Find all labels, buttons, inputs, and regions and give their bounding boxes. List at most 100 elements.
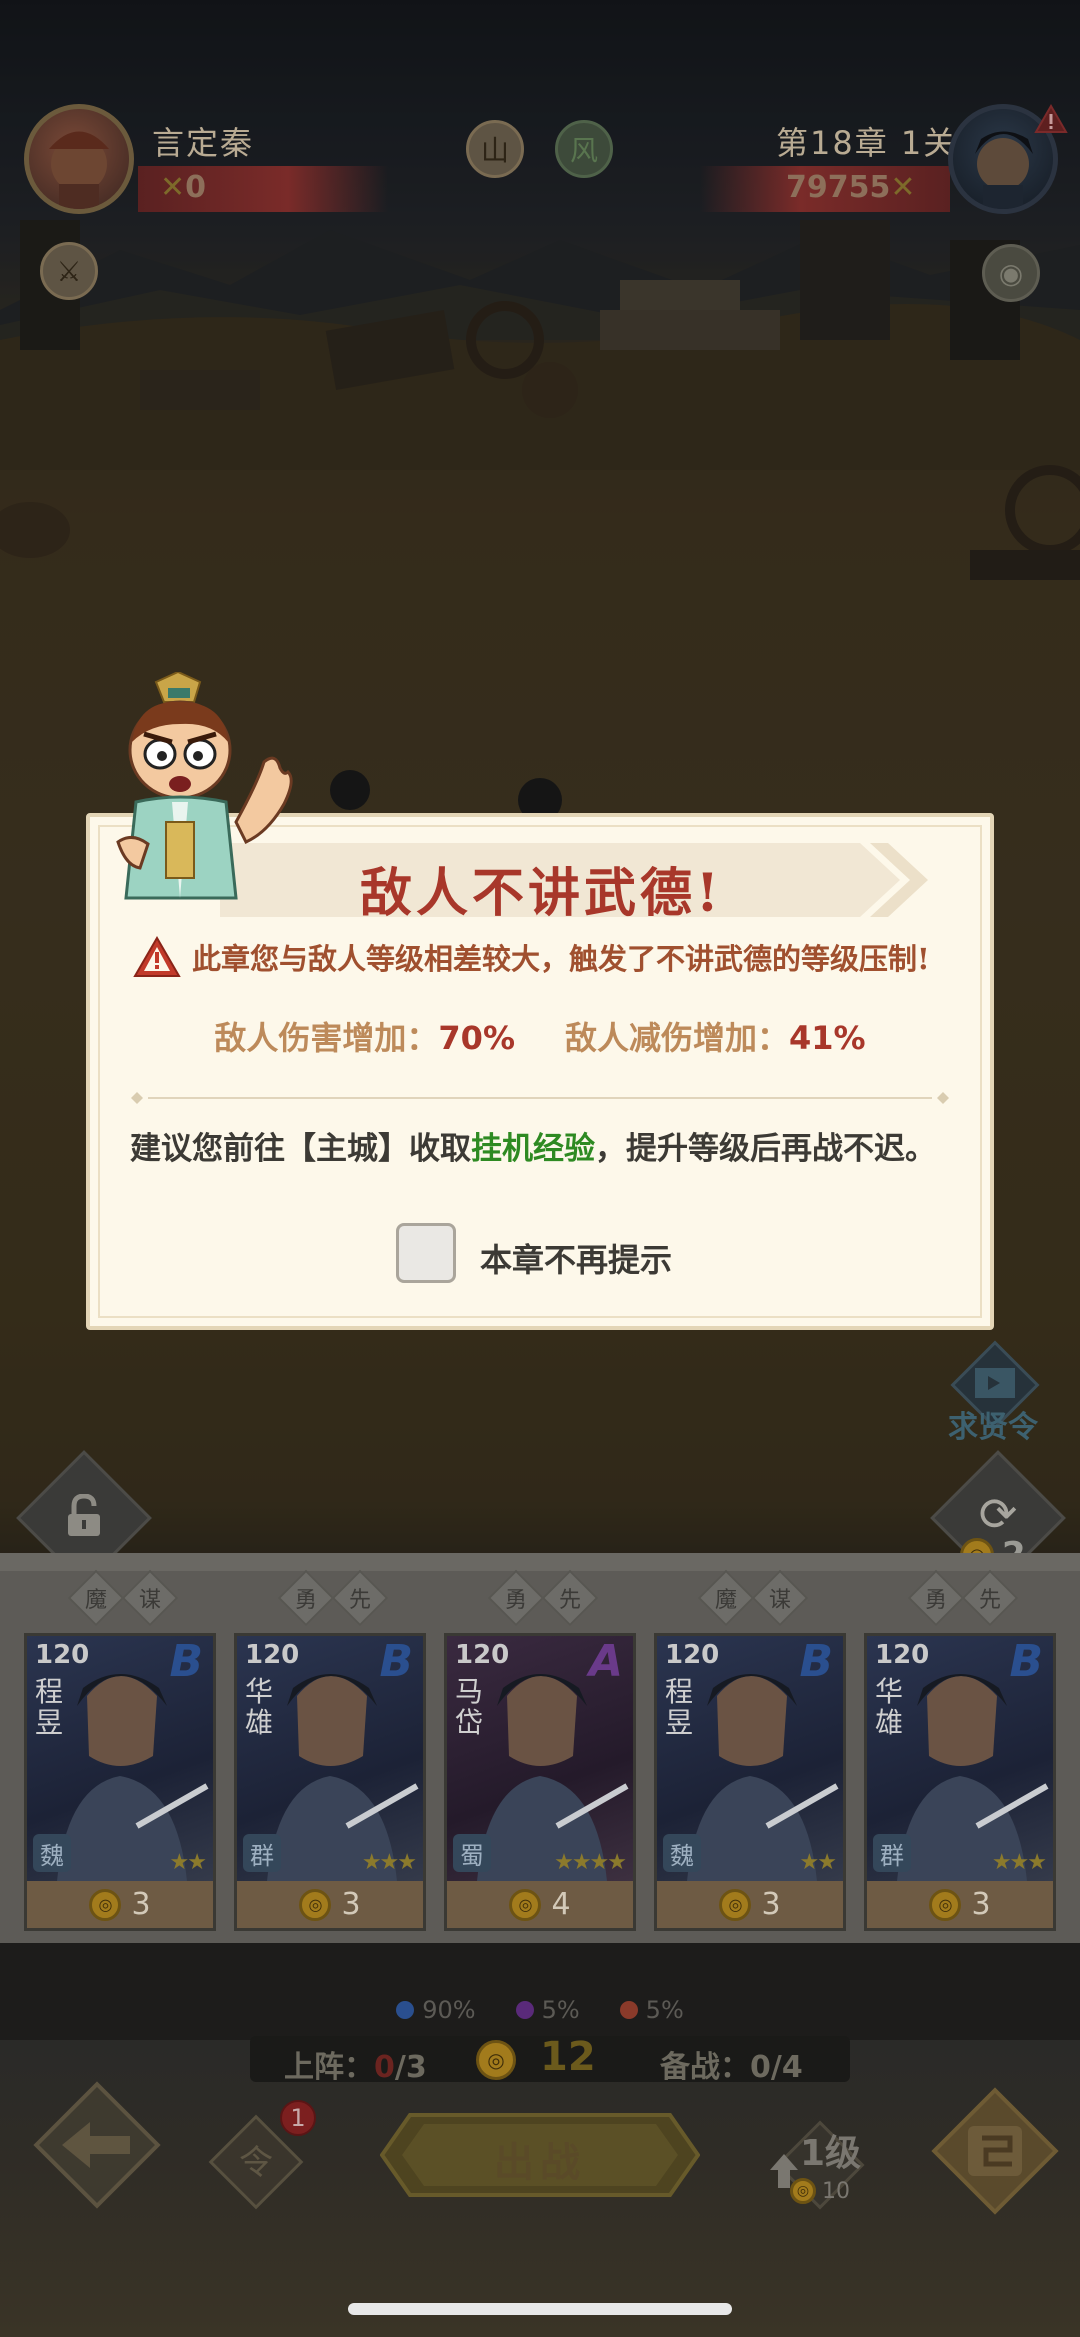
hero-name: 马岱 [455, 1675, 484, 1739]
trait-tag[interactable]: 勇 [277, 1569, 335, 1627]
card-trait-tags: 魔谋 [697, 1569, 809, 1627]
battlefield-debris [0, 220, 1080, 470]
hero-level: 120 [665, 1640, 720, 1670]
hero-card[interactable]: 120 马岱 A 蜀 ★★★★ ◎ 4 [444, 1633, 636, 1931]
hero-grade: A [588, 1636, 623, 1687]
penalty-stats: 敌人伤害增加：70% 敌人减伤增加：41% [90, 1013, 990, 1059]
upgrade-cost: ◎ 10 [790, 2178, 850, 2204]
trait-tag[interactable]: 魔 [697, 1569, 755, 1627]
hero-faction: 蜀 [453, 1834, 491, 1872]
hero-cost: ◎ 4 [447, 1881, 633, 1928]
svg-text:令: 令 [239, 2143, 273, 2183]
hero-cost: ◎ 3 [237, 1881, 423, 1928]
coin-icon: ◎ [509, 1888, 542, 1921]
shield-debris [0, 502, 70, 558]
card-tray-edge [0, 1553, 1080, 1571]
hero-card[interactable]: 120 华雄 B 群 ★★★ ◎ 3 [864, 1633, 1056, 1931]
home-indicator[interactable] [348, 2303, 732, 2315]
lock-icon [68, 1494, 100, 1536]
hero-name: 华雄 [245, 1675, 274, 1739]
hero-level: 120 [245, 1640, 300, 1670]
hero-cost: ◎ 3 [867, 1881, 1053, 1928]
eye-icon[interactable]: ◉ [982, 244, 1040, 302]
buff-icon[interactable]: ⚔ [40, 242, 98, 300]
hero-card[interactable]: 120 程昱 B 魏 ★★ ◎ 3 [654, 1633, 846, 1931]
dialog-title: 敌人不讲武德! [360, 863, 723, 924]
hero-faction: 群 [873, 1834, 911, 1872]
coin-icon: ◎ [719, 1888, 752, 1921]
warning-triangle-icon[interactable] [1034, 104, 1068, 134]
advice-text: 建议您前往【主城】收取挂机经验，提升等级后再战不迟。 [130, 1131, 936, 1167]
hero-faction: 魏 [33, 1834, 71, 1872]
advisor-mascot [116, 672, 293, 900]
sword-icon: ✕ [160, 170, 186, 205]
warning-line: 此章您与敌人等级相差较大，触发了不讲武德的等级压制! [132, 935, 930, 979]
back-button[interactable] [32, 2080, 162, 2210]
draw-odds: 90% 5% 5% [0, 1996, 1080, 2024]
upgrade-level: 1级 [800, 2133, 862, 2174]
deploy-count: 上阵：0/3 [284, 2050, 427, 2085]
hero-grade: B [169, 1636, 203, 1687]
hero-level: 120 [875, 1640, 930, 1670]
hero-faction: 群 [243, 1834, 281, 1872]
warning-text: 此章您与敌人等级相差较大，触发了不讲武德的等级压制! [192, 942, 930, 976]
odds-item: 90% [396, 1996, 476, 2024]
hero-name: 华雄 [875, 1675, 904, 1739]
sword-icon: ✕ [890, 170, 916, 205]
player-power: ✕0 [160, 170, 207, 205]
trait-tag[interactable]: 谋 [121, 1569, 179, 1627]
hero-grade: B [799, 1636, 833, 1687]
trait-tag[interactable]: 勇 [487, 1569, 545, 1627]
hero-level: 120 [455, 1640, 510, 1670]
warning-triangle-icon [133, 936, 181, 977]
player-avatar[interactable] [24, 104, 134, 214]
terrain-mountain-icon[interactable]: 山 [466, 120, 524, 178]
coin-total: 12 [540, 2034, 596, 2080]
notification-badge: 1 [280, 2100, 316, 2136]
coin-icon: ◎ [476, 2040, 516, 2080]
odds-dot [515, 2001, 534, 2019]
trait-tag[interactable]: 魔 [67, 1569, 125, 1627]
enemy-silhouettes [330, 770, 562, 820]
hero-card[interactable]: 120 程昱 B 魏 ★★ ◎ 3 [24, 1633, 216, 1931]
damage-increase-stat: 敌人伤害增加：70% [214, 1019, 515, 1057]
terrain-wind-icon[interactable]: 风 [555, 120, 613, 178]
odds-dot [396, 2001, 415, 2019]
enemy-power: 79755✕ [786, 170, 916, 205]
afk-exp-link[interactable]: 挂机经验 [471, 1131, 595, 1167]
hero-stars: ★★ [169, 1850, 207, 1875]
dont-remind-label[interactable]: 本章不再提示 [480, 1235, 672, 1281]
hero-stars: ★★ [799, 1850, 837, 1875]
coin-icon: ◎ [89, 1888, 122, 1921]
hero-card[interactable]: 120 华雄 B 群 ★★★ ◎ 3 [234, 1633, 426, 1931]
trait-tag[interactable]: 谋 [751, 1569, 809, 1627]
odds-item: 5% [515, 1996, 580, 2024]
scroll-button[interactable] [930, 2080, 1060, 2220]
odds-dot [619, 2001, 638, 2019]
player-name: 言定秦 [152, 124, 255, 162]
odds-item: 5% [619, 1996, 684, 2024]
hero-level: 120 [35, 1640, 90, 1670]
cart-debris [970, 465, 1080, 580]
hero-grade: B [379, 1636, 413, 1687]
hero-name: 程昱 [35, 1675, 64, 1739]
trait-tag[interactable]: 勇 [907, 1569, 965, 1627]
hero-faction: 魏 [663, 1834, 701, 1872]
trait-tag[interactable]: 先 [331, 1569, 389, 1627]
coin-icon: ◎ [929, 1888, 962, 1921]
hero-name: 程昱 [665, 1675, 694, 1739]
card-trait-tags: 魔谋 [67, 1569, 179, 1627]
hero-cost: ◎ 3 [657, 1881, 843, 1928]
hero-stars: ★★★ [991, 1850, 1047, 1875]
dont-remind-checkbox[interactable] [396, 1223, 456, 1283]
ornamental-divider [131, 1092, 949, 1104]
coin-icon: ◎ [790, 2178, 816, 2204]
hero-cost: ◎ 3 [27, 1881, 213, 1928]
trait-tag[interactable]: 先 [961, 1569, 1019, 1627]
recruit-label: 求贤令 [948, 1410, 1038, 1445]
enemy-stage: 第18章 1关 [776, 124, 958, 162]
damage-reduction-stat: 敌人减伤增加：41% [565, 1019, 866, 1057]
trait-tag[interactable]: 先 [541, 1569, 599, 1627]
hero-stars: ★★★ [361, 1850, 417, 1875]
hero-grade: B [1009, 1636, 1043, 1687]
